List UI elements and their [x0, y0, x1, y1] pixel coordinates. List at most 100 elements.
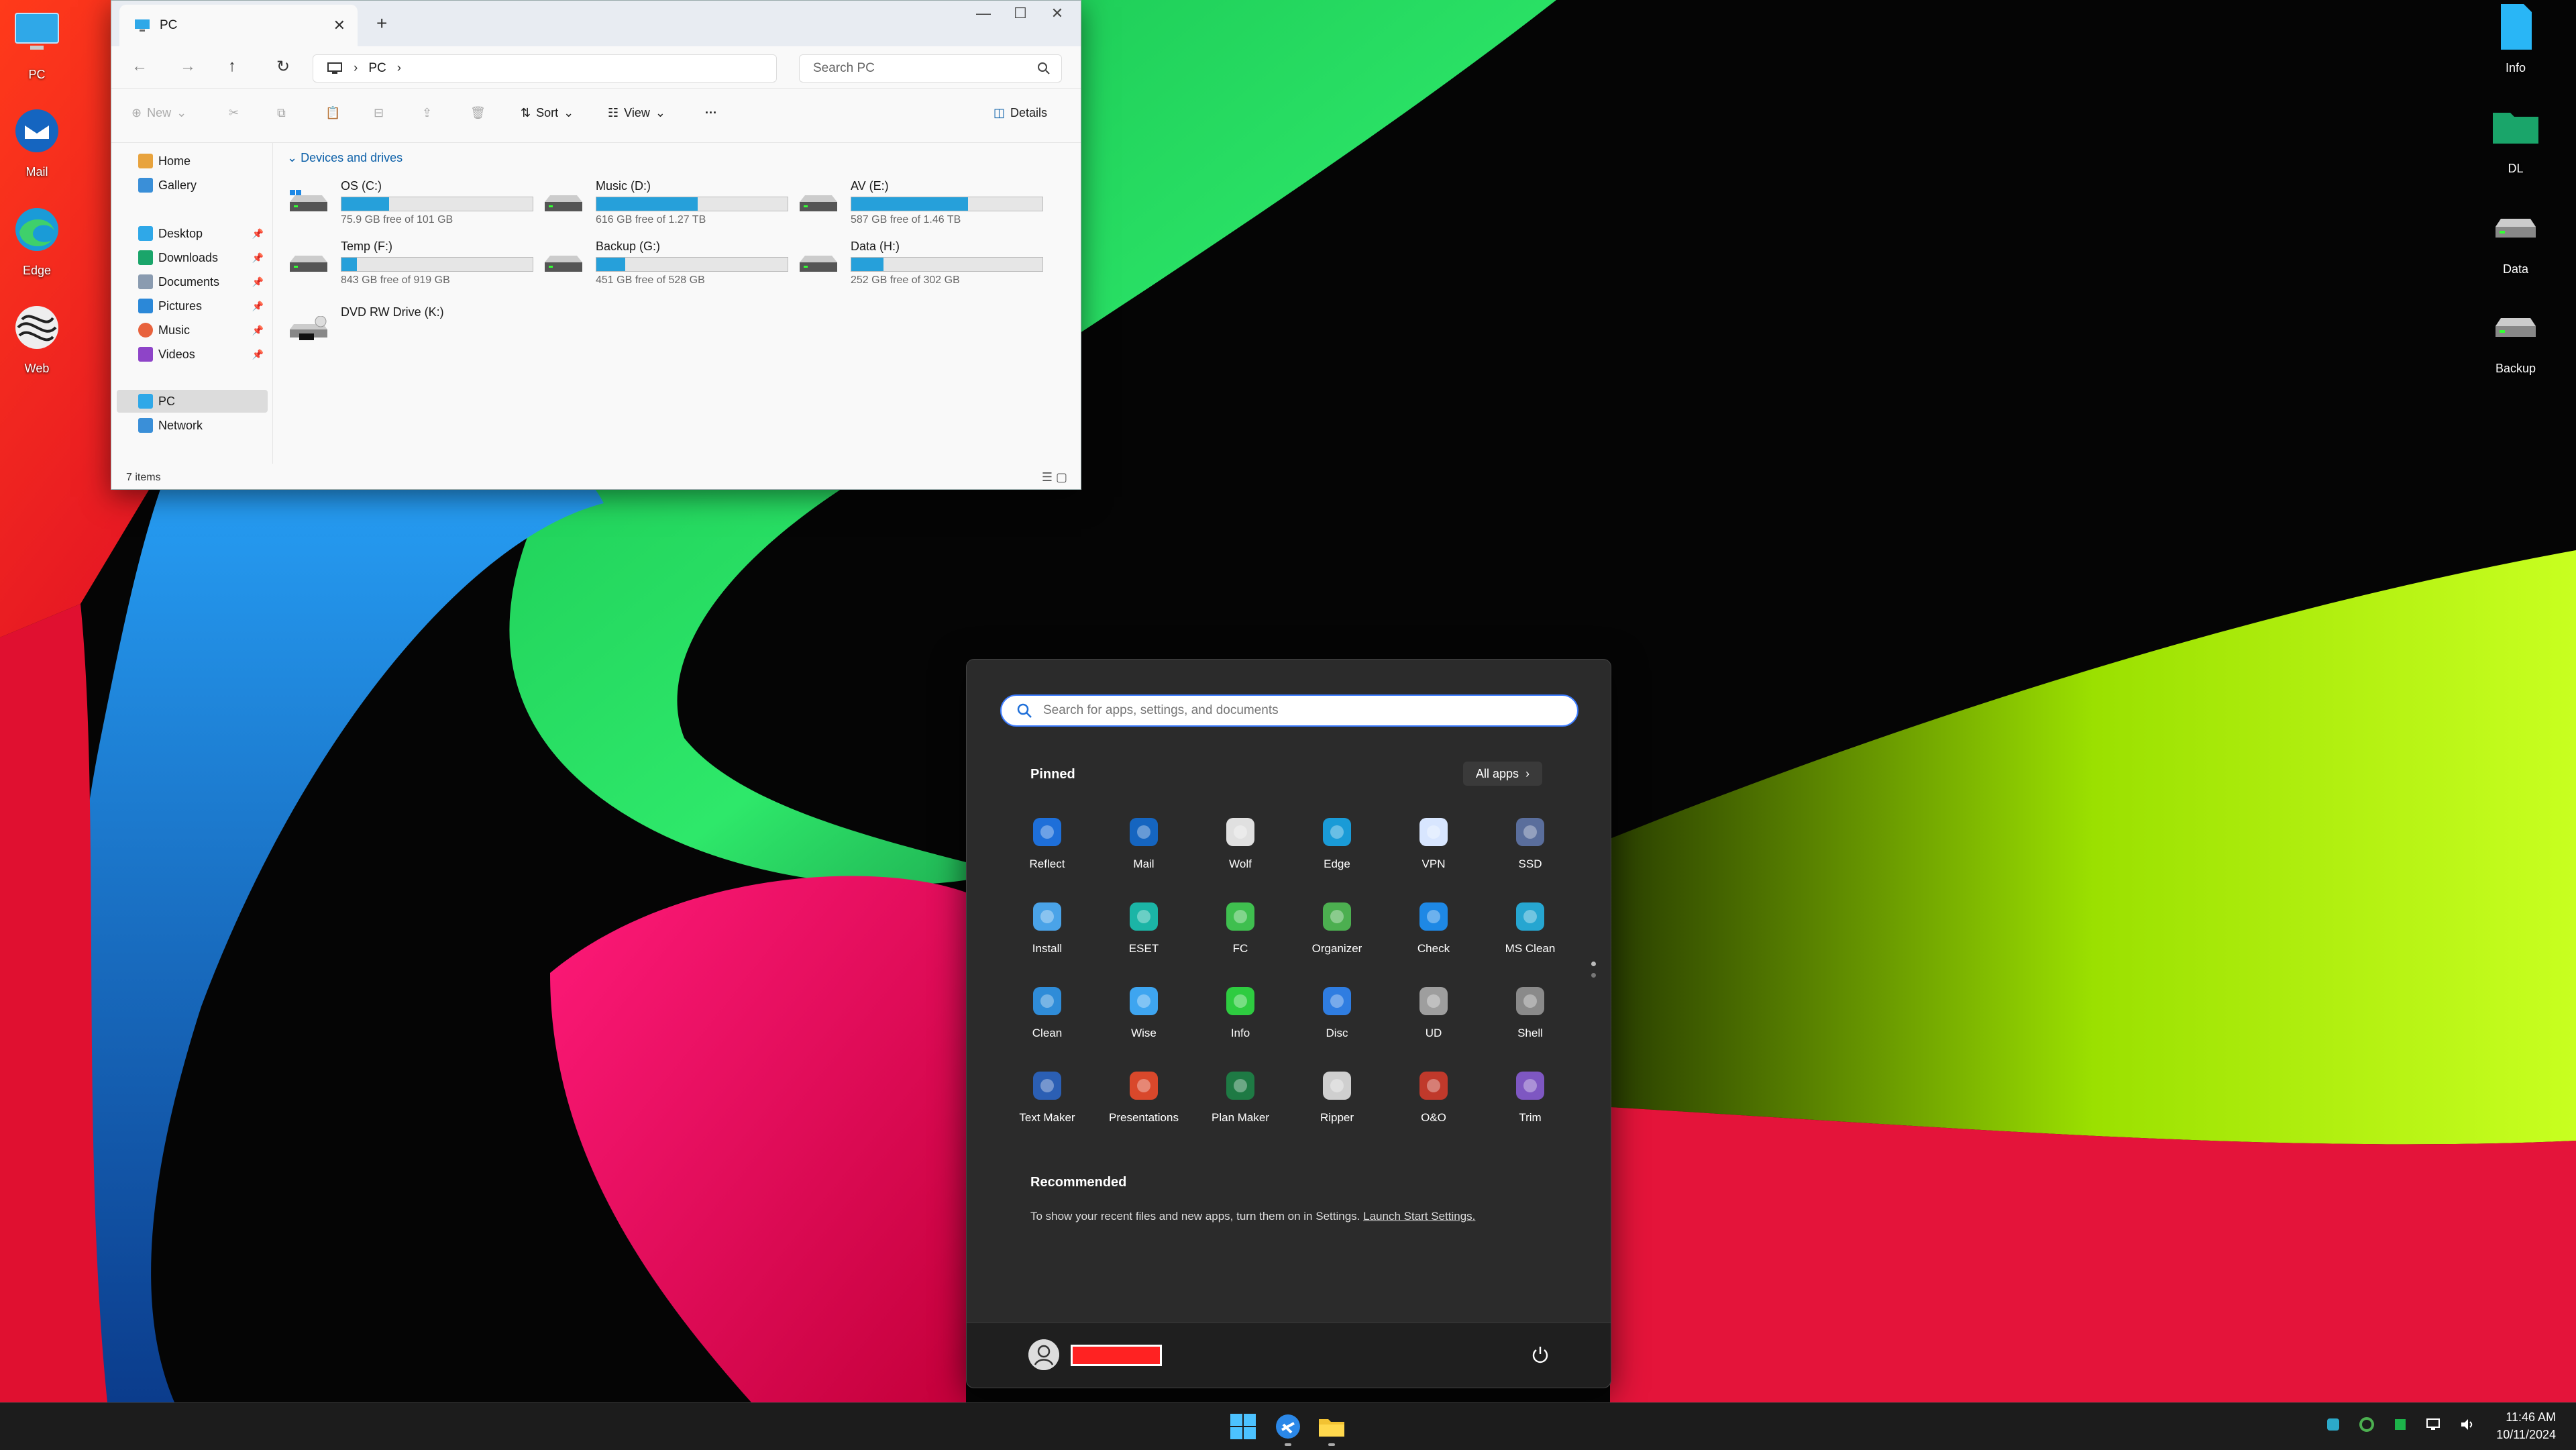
- close-tab-icon[interactable]: ✕: [333, 17, 345, 34]
- nav-item-documents[interactable]: Documents 📌: [123, 270, 268, 293]
- drive-item[interactable]: DVD RW Drive (K:): [287, 304, 535, 358]
- tray-green-icon[interactable]: [2392, 1416, 2408, 1433]
- pinned-app[interactable]: ESET: [1097, 893, 1191, 967]
- sort-button[interactable]: ⇅ Sort ⌄: [521, 106, 574, 120]
- desktop-icon-mail[interactable]: Mail: [0, 104, 84, 179]
- explorer-tab[interactable]: PC ✕: [119, 5, 358, 46]
- pinned-app[interactable]: Reflect: [1000, 809, 1094, 882]
- cut-icon[interactable]: ✂: [229, 106, 239, 120]
- pinned-app[interactable]: Shell: [1483, 978, 1577, 1051]
- start-button[interactable]: [1226, 1410, 1260, 1443]
- pinned-app[interactable]: Disc: [1290, 978, 1384, 1051]
- pinned-app[interactable]: Install: [1000, 893, 1094, 967]
- desktop-icon-edge[interactable]: Edge: [0, 203, 84, 278]
- pinned-app[interactable]: Wise: [1097, 978, 1191, 1051]
- pin-icon[interactable]: 📌: [252, 252, 264, 264]
- user-avatar-icon[interactable]: [1028, 1339, 1059, 1370]
- desktop-icon-info[interactable]: Info: [2469, 0, 2563, 75]
- forward-arrow-icon[interactable]: →: [180, 57, 196, 76]
- nav-item-desktop[interactable]: Desktop 📌: [123, 222, 268, 245]
- taskbar-clock[interactable]: 11:46 AM 10/11/2024: [2496, 1408, 2556, 1443]
- new-button[interactable]: ⊕ New ⌄: [131, 106, 186, 120]
- start-settings-link[interactable]: Launch Start Settings.: [1363, 1210, 1475, 1223]
- pinned-app[interactable]: Clean: [1000, 978, 1094, 1051]
- nav-item-pc[interactable]: PC: [117, 390, 268, 413]
- desktop-icon-web[interactable]: Web: [0, 301, 84, 376]
- pinned-app[interactable]: MS Clean: [1483, 893, 1577, 967]
- details-view-icon[interactable]: ☰: [1042, 470, 1053, 484]
- desktop-icon-backup[interactable]: Backup: [2469, 301, 2563, 376]
- volume-icon[interactable]: [2459, 1416, 2475, 1433]
- pinned-app[interactable]: Presentations: [1097, 1062, 1191, 1136]
- pinned-app[interactable]: Trim: [1483, 1062, 1577, 1136]
- pin-icon[interactable]: 📌: [252, 301, 264, 312]
- nav-item-gallery[interactable]: Gallery: [123, 174, 268, 197]
- drive-item[interactable]: Backup (G:) 451 GB free of 528 GB: [542, 238, 790, 292]
- user-name-redacted[interactable]: [1071, 1345, 1162, 1366]
- start-search-input[interactable]: [1042, 703, 1554, 719]
- up-arrow-icon[interactable]: ↑: [228, 57, 236, 76]
- tiles-view-icon[interactable]: ▢: [1056, 470, 1067, 484]
- network-icon[interactable]: [2426, 1416, 2442, 1433]
- pinned-app[interactable]: Organizer: [1290, 893, 1384, 967]
- new-tab-button[interactable]: +: [376, 13, 387, 34]
- nav-item-videos[interactable]: Videos 📌: [123, 343, 268, 366]
- drive-item[interactable]: AV (E:) 587 GB free of 1.46 TB: [797, 178, 1045, 231]
- power-icon[interactable]: [1530, 1345, 1550, 1365]
- desktop-icon-dl[interactable]: DL: [2469, 101, 2563, 176]
- all-apps-button[interactable]: All apps ›: [1463, 762, 1542, 786]
- tray-status-icon[interactable]: [2359, 1416, 2375, 1433]
- page-indicator[interactable]: [1591, 962, 1596, 978]
- refresh-icon[interactable]: ↻: [276, 57, 290, 76]
- drive-item[interactable]: Data (H:) 252 GB free of 302 GB: [797, 238, 1045, 292]
- pin-icon[interactable]: 📌: [252, 276, 264, 288]
- chevron-right-icon[interactable]: ›: [397, 61, 401, 76]
- start-search-box[interactable]: [1000, 694, 1578, 727]
- taskbar-app-file-explorer[interactable]: [1315, 1410, 1348, 1446]
- group-header[interactable]: ⌄ Devices and drives: [287, 151, 402, 165]
- pinned-app[interactable]: Plan Maker: [1193, 1062, 1287, 1136]
- rename-icon[interactable]: ⊟: [374, 106, 384, 120]
- pinned-app[interactable]: Check: [1387, 893, 1481, 967]
- explorer-search-field[interactable]: Search PC: [799, 54, 1062, 83]
- back-arrow-icon[interactable]: ←: [131, 57, 148, 76]
- drive-item[interactable]: Temp (F:) 843 GB free of 919 GB: [287, 238, 535, 292]
- pinned-app[interactable]: Ripper: [1290, 1062, 1384, 1136]
- address-field[interactable]: › PC ›: [313, 54, 777, 83]
- maximize-button[interactable]: ☐: [1000, 5, 1040, 22]
- pinned-app[interactable]: O&O: [1387, 1062, 1481, 1136]
- drive-item[interactable]: Music (D:) 616 GB free of 1.27 TB: [542, 178, 790, 231]
- pinned-app[interactable]: Edge: [1290, 809, 1384, 882]
- desktop-icon-pc[interactable]: PC: [0, 7, 84, 82]
- tray-app-icon[interactable]: [2325, 1416, 2341, 1433]
- details-button[interactable]: ◫ Details: [994, 106, 1047, 120]
- breadcrumb-pc[interactable]: PC: [368, 61, 386, 76]
- nav-item-network[interactable]: Network: [123, 414, 268, 437]
- pin-icon[interactable]: 📌: [252, 349, 264, 360]
- nav-item-pictures[interactable]: Pictures 📌: [123, 295, 268, 317]
- view-button[interactable]: ☷ View ⌄: [608, 106, 665, 120]
- minimize-button[interactable]: —: [963, 5, 1004, 22]
- pinned-app[interactable]: Wolf: [1193, 809, 1287, 882]
- close-window-button[interactable]: ✕: [1037, 5, 1077, 22]
- pinned-app[interactable]: SSD: [1483, 809, 1577, 882]
- nav-item-downloads[interactable]: Downloads 📌: [123, 246, 268, 269]
- pinned-app[interactable]: UD: [1387, 978, 1481, 1051]
- copy-icon[interactable]: ⧉: [277, 106, 286, 120]
- desktop-icon-data[interactable]: Data: [2469, 201, 2563, 276]
- pinned-app[interactable]: Mail: [1097, 809, 1191, 882]
- nav-item-music[interactable]: Music 📌: [123, 319, 268, 342]
- pinned-app[interactable]: FC: [1193, 893, 1287, 967]
- more-options-button[interactable]: ···: [705, 106, 717, 120]
- taskbar-app-reflect[interactable]: [1271, 1410, 1305, 1446]
- nav-item-home[interactable]: Home: [123, 150, 268, 172]
- pinned-app[interactable]: Info: [1193, 978, 1287, 1051]
- pinned-app[interactable]: VPN: [1387, 809, 1481, 882]
- share-icon[interactable]: ⇪: [422, 106, 432, 120]
- drive-item[interactable]: OS (C:) 75.9 GB free of 101 GB: [287, 178, 535, 231]
- pin-icon[interactable]: 📌: [252, 228, 264, 240]
- pin-icon[interactable]: 📌: [252, 325, 264, 336]
- paste-icon[interactable]: 📋: [325, 106, 340, 120]
- delete-icon[interactable]: 🗑: [470, 106, 486, 120]
- pinned-app[interactable]: Text Maker: [1000, 1062, 1094, 1136]
